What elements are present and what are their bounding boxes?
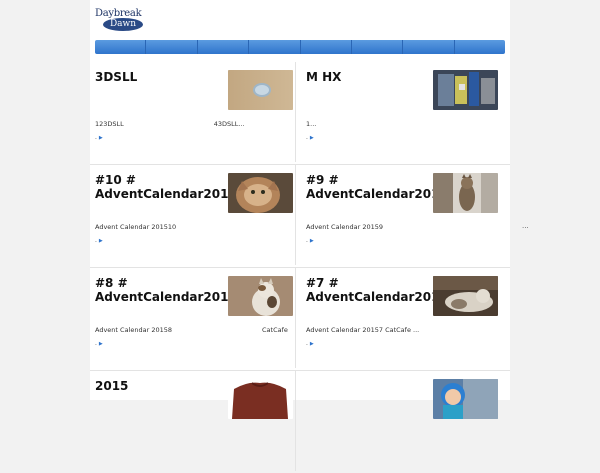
read-more-link[interactable]: . ▶ — [306, 237, 314, 244]
post-title[interactable]: #7 # AdventCalendar2015 — [306, 276, 448, 304]
arrow-right-icon: ▶ — [98, 135, 103, 141]
read-more-link[interactable]: . ▶ — [306, 134, 314, 141]
post-card: 3DSLL 123DSLL 43DSLL... . ▶ — [90, 62, 296, 162]
post-title[interactable]: 3DSLL — [95, 70, 223, 84]
gundam-thumb[interactable] — [433, 70, 498, 110]
arrow-right-icon: ▶ — [98, 341, 103, 347]
arrow-right-icon: ▶ — [309, 341, 314, 347]
calico-cat-thumb[interactable] — [228, 276, 293, 316]
anime-thumb[interactable] — [433, 379, 498, 419]
read-more-link[interactable]: . ▶ — [306, 340, 314, 347]
side-ellipsis: ... — [522, 222, 529, 230]
nav-item-3[interactable] — [198, 40, 250, 54]
logo-oval: Dawn — [103, 18, 143, 31]
nav-item-6[interactable] — [352, 40, 404, 54]
nav-item-5[interactable] — [301, 40, 352, 54]
post-excerpt: Advent Calendar 20158 CatCafe — [95, 326, 288, 334]
arrow-right-icon: ▶ — [309, 238, 314, 244]
read-more-link[interactable]: . ▶ — [95, 134, 103, 141]
logo-text-line2: Dawn — [109, 19, 137, 29]
post-excerpt: Advent Calendar 20159 — [306, 223, 384, 231]
post-title[interactable]: M HX — [306, 70, 434, 84]
nav-item-7[interactable] — [403, 40, 455, 54]
post-title[interactable]: #9 # AdventCalendar2015 — [306, 173, 448, 201]
arrow-right-icon: ▶ — [309, 135, 314, 141]
post-row: #10 # AdventCalendar2015 Advent Calendar… — [90, 165, 510, 268]
arrow-right-icon: ▶ — [98, 238, 103, 244]
post-card: M HX 1... . ▶ — [301, 62, 506, 162]
post-row: 2015 — [90, 371, 510, 473]
read-more-link[interactable]: . ▶ — [95, 237, 103, 244]
post-card: #10 # AdventCalendar2015 Advent Calendar… — [90, 165, 296, 265]
fluffy-cat-thumb[interactable] — [228, 173, 293, 213]
post-title[interactable]: 2015 — [95, 379, 223, 393]
post-card: #8 # AdventCalendar2015 Advent Calendar … — [90, 268, 296, 368]
post-title[interactable]: #10 # AdventCalendar2015 — [95, 173, 237, 201]
post-excerpt: Advent Calendar 201510 — [95, 223, 177, 231]
sleeping-cat-thumb[interactable] — [433, 276, 498, 316]
nav-item-1[interactable] — [95, 40, 147, 54]
disc-thumb[interactable] — [228, 70, 293, 110]
post-title[interactable]: #8 # AdventCalendar2015 — [95, 276, 237, 304]
post-card: #7 # AdventCalendar2015 Advent Calendar … — [301, 268, 506, 368]
post-excerpt: 123DSLL 43DSLL... — [95, 120, 245, 128]
post-card: #9 # AdventCalendar2015 Advent Calendar … — [301, 165, 506, 265]
site-logo[interactable]: Daybreak Dawn — [95, 8, 145, 32]
nav-item-2[interactable] — [146, 40, 198, 54]
page-container: Daybreak Dawn 3DSLL 123DSLL 43DSLL... . … — [90, 0, 510, 471]
post-excerpt: 1... — [306, 120, 317, 128]
main-navigation — [95, 40, 505, 54]
sweater-thumb[interactable] — [228, 379, 293, 419]
post-card — [301, 371, 506, 471]
post-row: 3DSLL 123DSLL 43DSLL... . ▶ M HX 1... . … — [90, 62, 510, 165]
post-card: 2015 — [90, 371, 296, 471]
nav-item-4[interactable] — [249, 40, 301, 54]
post-excerpt: Advent Calendar 20157 CatCafe ... — [306, 326, 420, 334]
read-more-link[interactable]: . ▶ — [95, 340, 103, 347]
post-row: #8 # AdventCalendar2015 Advent Calendar … — [90, 268, 510, 371]
nav-item-8[interactable] — [455, 40, 505, 54]
tabby-cat-thumb[interactable] — [433, 173, 498, 213]
